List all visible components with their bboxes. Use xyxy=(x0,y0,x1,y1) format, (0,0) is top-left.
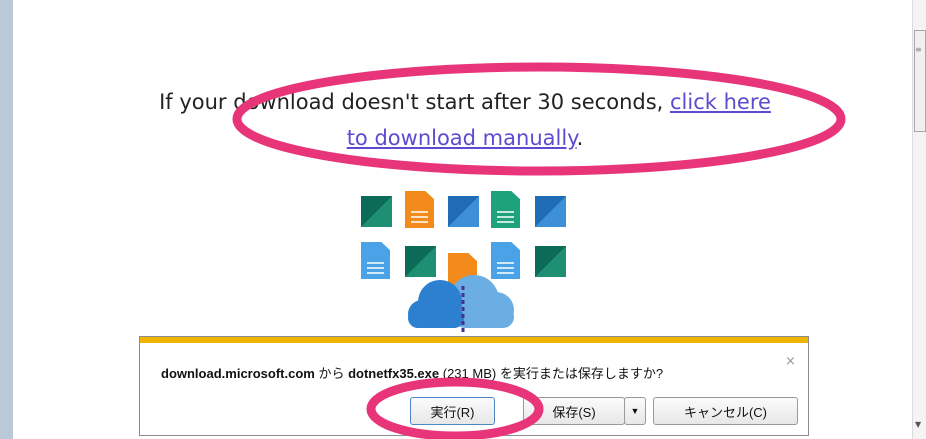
page-left-border xyxy=(0,0,13,439)
cloud-download-icon xyxy=(408,275,514,332)
download-size: (231 MB) xyxy=(439,366,500,381)
save-options-dropdown-icon[interactable]: ▼ xyxy=(624,397,646,425)
close-icon[interactable]: × xyxy=(785,354,796,369)
download-message: If your download doesn't start after 30 … xyxy=(150,84,780,156)
run-button[interactable]: 実行(R) xyxy=(410,397,495,425)
blue-tile-icon xyxy=(535,196,566,227)
download-prompt: download.microsoft.com から dotnetfx35.exe… xyxy=(161,363,663,382)
download-question: を実行または保存しますか? xyxy=(499,366,664,381)
vertical-scrollbar[interactable]: ≡ ▼ xyxy=(912,0,926,439)
green-tile-icon xyxy=(361,196,392,227)
blue-tile-icon xyxy=(448,196,479,227)
download-domain: download.microsoft.com xyxy=(161,366,315,381)
green-document-icon xyxy=(491,191,520,228)
download-prompt-from: から xyxy=(314,366,349,381)
notification-accent-strip xyxy=(140,337,808,343)
blue-document-icon xyxy=(361,242,390,279)
cancel-button[interactable]: キャンセル(C) xyxy=(653,397,798,425)
save-button[interactable]: 保存(S) xyxy=(523,397,625,425)
message-text: If your download doesn't start after 30 … xyxy=(159,90,670,114)
orange-document-icon xyxy=(405,191,434,228)
scrollbar-grip-icon: ≡ xyxy=(915,45,922,54)
scroll-down-arrow-icon[interactable]: ▼ xyxy=(915,420,921,429)
green-tile-icon xyxy=(535,246,566,277)
message-period: . xyxy=(576,126,584,150)
download-notification-bar: download.microsoft.com から dotnetfx35.exe… xyxy=(139,336,809,436)
download-filename: dotnetfx35.exe xyxy=(348,366,440,381)
